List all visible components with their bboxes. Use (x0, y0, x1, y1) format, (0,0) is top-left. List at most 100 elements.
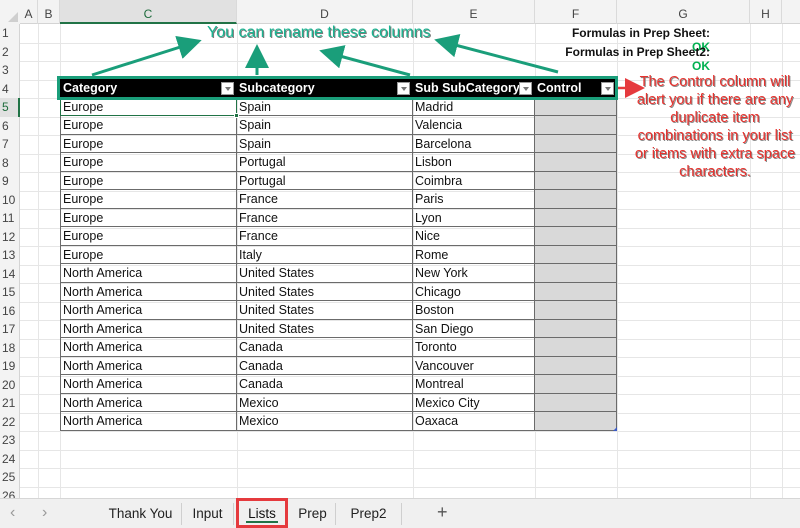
row-header-6[interactable]: 6 (0, 117, 20, 136)
column-header-h[interactable]: H (750, 0, 782, 24)
column-header-a[interactable]: A (20, 0, 38, 24)
control-cell[interactable] (535, 97, 617, 116)
tab-prep[interactable]: Prep (290, 503, 336, 525)
add-sheet-icon[interactable]: + (437, 502, 448, 523)
subcategory-cell[interactable]: France (237, 227, 413, 246)
row-header-9[interactable]: 9 (0, 172, 20, 191)
filter-dropdown-icon[interactable] (397, 82, 410, 95)
category-cell[interactable]: Europe (60, 190, 237, 209)
subcategory-cell[interactable]: Spain (237, 116, 413, 135)
control-cell[interactable] (535, 282, 617, 301)
header-subcategory[interactable]: Subcategory (237, 79, 413, 98)
column-header-c[interactable]: C (60, 0, 237, 24)
row-header-14[interactable]: 14 (0, 265, 20, 284)
select-all-corner[interactable] (0, 0, 20, 24)
row-header-17[interactable]: 17 (0, 320, 20, 339)
tab-lists[interactable]: Lists (236, 503, 288, 525)
control-cell[interactable] (535, 227, 617, 246)
control-cell[interactable] (535, 264, 617, 283)
sub-subcategory-cell[interactable]: Mexico City (413, 393, 535, 412)
category-cell[interactable]: North America (60, 264, 237, 283)
row-header-23[interactable]: 23 (0, 431, 20, 450)
subcategory-cell[interactable]: Mexico (237, 393, 413, 412)
subcategory-cell[interactable]: Italy (237, 245, 413, 264)
row-header-22[interactable]: 22 (0, 413, 20, 432)
table-resize-handle[interactable] (613, 427, 617, 431)
category-cell[interactable]: Europe (60, 153, 237, 172)
filter-dropdown-icon[interactable] (601, 82, 614, 95)
sub-subcategory-cell[interactable]: Valencia (413, 116, 535, 135)
tab-prep2[interactable]: Prep2 (336, 503, 402, 525)
category-cell[interactable]: North America (60, 393, 237, 412)
category-cell[interactable]: North America (60, 356, 237, 375)
sub-subcategory-cell[interactable]: Rome (413, 245, 535, 264)
subcategory-cell[interactable]: Canada (237, 338, 413, 357)
row-header-3[interactable]: 3 (0, 61, 20, 80)
row-header-7[interactable]: 7 (0, 135, 20, 154)
sub-subcategory-cell[interactable]: Barcelona (413, 134, 535, 153)
row-header-4[interactable]: 4 (0, 80, 20, 99)
filter-dropdown-icon[interactable] (519, 82, 532, 95)
filter-dropdown-icon[interactable] (221, 82, 234, 95)
sub-subcategory-cell[interactable]: Madrid (413, 97, 535, 116)
header-control[interactable]: Control (535, 79, 617, 98)
control-cell[interactable] (535, 190, 617, 209)
subcategory-cell[interactable]: Portugal (237, 171, 413, 190)
category-cell[interactable]: Europe (60, 171, 237, 190)
row-header-5[interactable]: 5 (0, 98, 20, 117)
column-header-e[interactable]: E (413, 0, 535, 24)
row-header-21[interactable]: 21 (0, 394, 20, 413)
column-header-d[interactable]: D (237, 0, 413, 24)
category-cell[interactable]: North America (60, 338, 237, 357)
row-header-11[interactable]: 11 (0, 209, 20, 228)
subcategory-cell[interactable]: France (237, 208, 413, 227)
control-cell[interactable] (535, 301, 617, 320)
subcategory-cell[interactable]: United States (237, 264, 413, 283)
header-category[interactable]: Category (60, 79, 237, 98)
sub-subcategory-cell[interactable]: Montreal (413, 375, 535, 394)
next-sheet-icon[interactable]: › (42, 504, 47, 522)
control-cell[interactable] (535, 245, 617, 264)
control-cell[interactable] (535, 375, 617, 394)
tab-thank-you[interactable]: Thank You (100, 503, 182, 525)
row-header-13[interactable]: 13 (0, 246, 20, 265)
sub-subcategory-cell[interactable]: Paris (413, 190, 535, 209)
category-cell[interactable]: Europe (60, 208, 237, 227)
sub-subcategory-cell[interactable]: Coimbra (413, 171, 535, 190)
subcategory-cell[interactable]: United States (237, 282, 413, 301)
row-header-8[interactable]: 8 (0, 154, 20, 173)
row-header-25[interactable]: 25 (0, 468, 20, 487)
control-cell[interactable] (535, 319, 617, 338)
row-header-20[interactable]: 20 (0, 376, 20, 395)
row-header-12[interactable]: 12 (0, 228, 20, 247)
subcategory-cell[interactable]: United States (237, 319, 413, 338)
control-cell[interactable] (535, 338, 617, 357)
column-header-g[interactable]: G (617, 0, 750, 24)
column-header-f[interactable]: F (535, 0, 617, 24)
control-cell[interactable] (535, 116, 617, 135)
subcategory-cell[interactable]: France (237, 190, 413, 209)
subcategory-cell[interactable]: United States (237, 301, 413, 320)
control-cell[interactable] (535, 171, 617, 190)
subcategory-cell[interactable]: Canada (237, 375, 413, 394)
category-cell[interactable]: Europe (60, 97, 237, 116)
category-cell[interactable]: Europe (60, 227, 237, 246)
row-header-16[interactable]: 16 (0, 302, 20, 321)
category-cell[interactable]: Europe (60, 116, 237, 135)
control-cell[interactable] (535, 208, 617, 227)
subcategory-cell[interactable]: Portugal (237, 153, 413, 172)
category-cell[interactable]: North America (60, 412, 237, 431)
sub-subcategory-cell[interactable]: Toronto (413, 338, 535, 357)
control-cell[interactable] (535, 153, 617, 172)
row-header-1[interactable]: 1 (0, 24, 20, 43)
column-header-b[interactable]: B (38, 0, 60, 24)
control-cell[interactable] (535, 356, 617, 375)
subcategory-cell[interactable]: Spain (237, 97, 413, 116)
row-header-2[interactable]: 2 (0, 43, 20, 62)
row-header-19[interactable]: 19 (0, 357, 20, 376)
category-cell[interactable]: North America (60, 319, 237, 338)
row-header-24[interactable]: 24 (0, 450, 20, 469)
sub-subcategory-cell[interactable]: Lisbon (413, 153, 535, 172)
sub-subcategory-cell[interactable]: Lyon (413, 208, 535, 227)
category-cell[interactable]: Europe (60, 245, 237, 264)
